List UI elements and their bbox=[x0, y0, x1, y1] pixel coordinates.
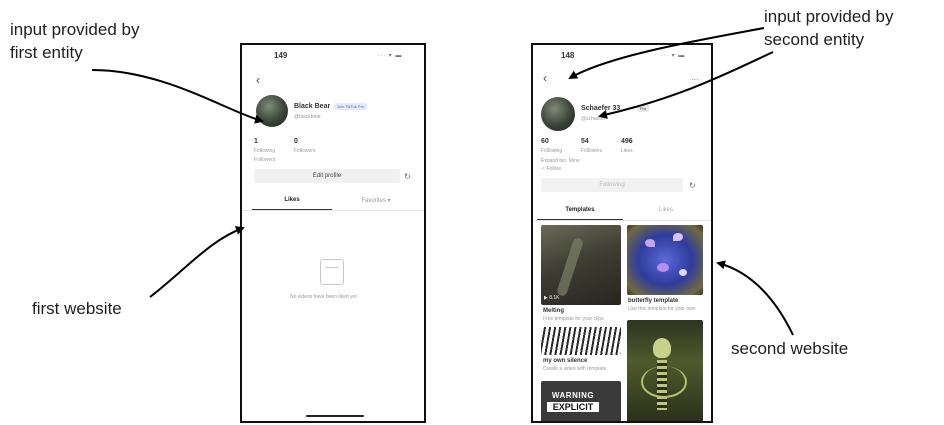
more-icon[interactable]: ··· bbox=[691, 75, 699, 84]
explicit-label: EXPLICIT bbox=[547, 402, 599, 412]
following-button[interactable]: Following bbox=[541, 178, 683, 192]
annotation-arrows bbox=[91, 27, 794, 336]
stat-following-label: Following bbox=[254, 148, 276, 154]
status-icons: ∙∙∙ ▾ ▬ bbox=[378, 53, 403, 59]
tab-divider bbox=[533, 220, 711, 221]
caption-input-first-entity: input provided by first entity bbox=[10, 20, 140, 62]
tile-title-butterfly: butterfly template bbox=[628, 298, 679, 304]
stat-following-label: Following bbox=[541, 148, 563, 154]
tab-divider bbox=[242, 210, 424, 211]
profile-handle: @blackbear bbox=[294, 114, 321, 120]
empty-state-icon bbox=[320, 259, 344, 285]
tile-view-count: ▶ 8.1K bbox=[544, 295, 560, 301]
tile-title-melting: Melting bbox=[543, 308, 564, 314]
caption-input-second-entity: input provided by second entity bbox=[764, 7, 894, 49]
status-icons: ∙∙∙ ▾ ▬ bbox=[661, 53, 686, 59]
template-tile-warning[interactable]: WARNING EXPLICIT bbox=[541, 381, 621, 421]
share-icon[interactable]: ↻ bbox=[689, 181, 696, 190]
back-icon[interactable]: ‹ bbox=[543, 71, 547, 85]
template-tile-skeleton[interactable] bbox=[627, 320, 703, 421]
profile-bio: Expand bio. Mine bbox=[541, 158, 580, 164]
second-website-phone: 148 ∙∙∙ ▾ ▬ ‹ ··· Schaefer 33 Pro @schae… bbox=[531, 43, 713, 423]
stat-following-value: 1 bbox=[254, 138, 258, 145]
edit-profile-button[interactable]: Edit profile bbox=[254, 169, 400, 183]
template-tile-melting[interactable]: ▶ 8.1K bbox=[541, 225, 621, 305]
caption-first-website: first website bbox=[32, 299, 122, 318]
stat-followers-value: 54 bbox=[581, 138, 589, 145]
status-time: 148 bbox=[561, 51, 575, 60]
caption-second-website: second website bbox=[731, 339, 849, 358]
warning-label: WARNING bbox=[551, 391, 595, 400]
stat-likes-label: Likes bbox=[621, 148, 633, 154]
arrow-second-website bbox=[716, 260, 794, 336]
profile-avatar bbox=[541, 97, 575, 131]
tile-sub-melting: Free template for your clips bbox=[543, 316, 604, 322]
back-icon[interactable]: ‹ bbox=[256, 73, 260, 87]
arrow-first-website bbox=[149, 226, 245, 298]
empty-state-icon-line bbox=[326, 267, 338, 268]
profile-bio-line2: ✓ Follow bbox=[541, 166, 562, 172]
template-tile-silence[interactable] bbox=[541, 327, 621, 355]
pro-badge[interactable]: Join TikTok Pro bbox=[334, 103, 368, 110]
profile-handle: @schaefer bbox=[581, 116, 606, 122]
tile-title-silence: my own silence bbox=[543, 358, 588, 364]
stat-extra-label: Followers bbox=[254, 157, 276, 163]
share-icon[interactable]: ↻ bbox=[404, 172, 411, 181]
tab-likes[interactable]: Likes bbox=[252, 197, 332, 203]
profile-username: Black Bear bbox=[294, 103, 331, 110]
tab-likes[interactable]: Likes bbox=[623, 207, 709, 213]
profile-username: Schaefer 33 bbox=[581, 105, 621, 112]
tab-templates[interactable]: Templates bbox=[537, 207, 623, 213]
status-time: 149 bbox=[274, 51, 288, 60]
home-indicator bbox=[306, 415, 364, 417]
tile-sub-butterfly: Use this template for your own bbox=[628, 306, 696, 312]
tile-sub-silence: Create a video with template bbox=[543, 366, 607, 372]
tab-favorites[interactable]: Favorites ▾ bbox=[336, 197, 416, 204]
template-tile-butterfly[interactable] bbox=[627, 225, 703, 295]
empty-state-text: No videos have been liked yet bbox=[290, 294, 357, 300]
stat-followers-value: 0 bbox=[294, 138, 298, 145]
profile-avatar bbox=[256, 95, 288, 127]
first-website-phone: 149 ∙∙∙ ▾ ▬ ‹ Black Bear Join TikTok Pro… bbox=[240, 43, 426, 423]
stat-followers-label: Followers bbox=[581, 148, 603, 154]
stat-likes-value: 496 bbox=[621, 138, 633, 145]
stat-followers-label: Followers bbox=[294, 148, 316, 154]
pro-badge[interactable]: Pro bbox=[637, 105, 650, 112]
stat-following-value: 60 bbox=[541, 138, 549, 145]
arrow-first-entity bbox=[91, 69, 264, 124]
